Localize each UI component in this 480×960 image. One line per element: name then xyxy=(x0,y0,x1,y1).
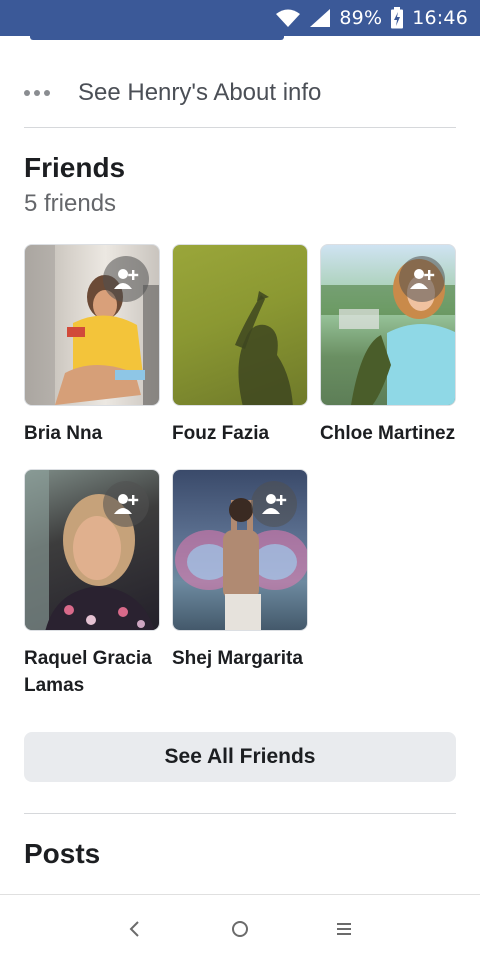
signal-icon xyxy=(309,8,331,28)
friend-name[interactable]: Bria Nna xyxy=(24,420,174,447)
divider xyxy=(24,127,456,128)
friend-photo-image xyxy=(235,291,293,405)
friend-card[interactable]: Chloe Martinez xyxy=(320,244,456,447)
friend-card[interactable]: Raquel Gracia Lamas xyxy=(24,469,160,699)
add-friend-button[interactable] xyxy=(103,256,149,302)
battery-icon xyxy=(390,7,404,29)
friends-title: Friends xyxy=(24,152,126,183)
battery-percent: 89% xyxy=(339,7,383,29)
divider xyxy=(24,813,456,814)
status-bar: 89% 16:46 xyxy=(0,0,480,36)
clock: 16:46 xyxy=(412,7,468,29)
about-info-link[interactable]: See Henry's About info xyxy=(24,70,456,116)
friend-name[interactable]: Raquel Gracia Lamas xyxy=(24,645,174,699)
friend-photo[interactable] xyxy=(24,469,160,631)
recents-icon[interactable] xyxy=(330,915,358,943)
friend-photo[interactable] xyxy=(172,469,308,631)
see-all-friends-button[interactable]: See All Friends xyxy=(24,732,456,782)
posts-title: Posts xyxy=(24,838,101,869)
about-info-label: See Henry's About info xyxy=(78,79,322,106)
friend-photo[interactable] xyxy=(172,244,308,406)
add-friend-button[interactable] xyxy=(251,481,297,527)
navigation-bar xyxy=(0,894,480,960)
friend-card[interactable]: Bria Nna xyxy=(24,244,160,447)
friend-card[interactable]: Fouz Fazia xyxy=(172,244,308,447)
friends-count[interactable]: 5 friends xyxy=(24,190,116,218)
add-friend-icon xyxy=(262,494,287,514)
top-tab-indicator xyxy=(30,36,284,40)
friend-name[interactable]: Chloe Martinez xyxy=(320,420,470,447)
home-icon[interactable] xyxy=(226,915,254,943)
add-friend-icon xyxy=(114,269,139,289)
add-friend-icon xyxy=(114,494,139,514)
friend-photo[interactable] xyxy=(24,244,160,406)
back-icon[interactable] xyxy=(120,915,148,943)
friend-name[interactable]: Fouz Fazia xyxy=(172,420,322,447)
add-friend-icon xyxy=(410,269,435,289)
friend-card[interactable]: Shej Margarita xyxy=(172,469,308,672)
friend-photo[interactable] xyxy=(320,244,456,406)
friend-name[interactable]: Shej Margarita xyxy=(172,645,322,672)
wifi-icon xyxy=(275,8,301,28)
add-friend-button[interactable] xyxy=(103,481,149,527)
more-dots-icon xyxy=(24,90,54,96)
add-friend-button[interactable] xyxy=(399,256,445,302)
